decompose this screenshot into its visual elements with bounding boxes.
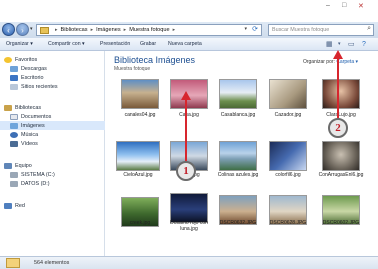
arrange-by[interactable]: Organizar por: Carpeta ▾: [303, 59, 358, 65]
images-icon: [10, 122, 18, 129]
forward-button[interactable]: ›: [16, 23, 29, 36]
file-name[interactable]: canales04.jpg: [115, 112, 165, 118]
refresh-icon[interactable]: ⟳: [252, 25, 258, 33]
file-name[interactable]: Casa.jpg: [164, 112, 214, 118]
file-thumbnail[interactable]: [121, 79, 159, 109]
file-name[interactable]: Dosamo rojo con luna.jpg: [164, 220, 214, 232]
file-thumbnail[interactable]: [269, 141, 307, 171]
library-title: Biblioteca Imágenes: [114, 55, 196, 65]
file-thumbnail[interactable]: [219, 79, 257, 109]
library-icon: [6, 258, 20, 268]
breadcrumb-muestra[interactable]: Muestra fotoque: [129, 27, 169, 33]
slideshow-button[interactable]: Presentación: [100, 41, 130, 47]
address-bar-row: ‹ › ▾ ▸ Bibliotecas ▸ Imágenes ▸ Muestra…: [0, 22, 378, 38]
drive-icon: [10, 171, 18, 178]
maximize-icon[interactable]: □: [342, 2, 346, 12]
library-subtitle: Muestra fotoque: [114, 66, 151, 72]
arrange-by-dropdown[interactable]: Carpeta ▾: [336, 59, 358, 65]
nav-libraries[interactable]: Bibliotecas: [4, 103, 109, 112]
network-icon: [4, 202, 12, 209]
search-icon: ⌕: [367, 25, 371, 32]
recent-places-icon: [10, 83, 18, 90]
star-icon: [4, 56, 12, 63]
computer-icon: [4, 162, 12, 169]
organize-button[interactable]: Organizar ▾: [6, 41, 33, 47]
file-thumbnail[interactable]: [322, 79, 360, 109]
file-name[interactable]: CieloAzul.jpg: [113, 172, 163, 178]
file-name[interactable]: Casablanca.jpg: [213, 112, 263, 118]
close-icon[interactable]: ✕: [358, 2, 364, 12]
file-name[interactable]: colorfil6.jpg: [263, 172, 313, 178]
item-count: 564 elementos: [34, 260, 70, 266]
nav-music[interactable]: Música: [10, 130, 115, 139]
new-folder-button[interactable]: Nueva carpeta: [168, 41, 202, 47]
file-name[interactable]: DSCR0628.JPG: [263, 220, 313, 226]
address-bar[interactable]: ▸ Bibliotecas ▸ Imágenes ▸ Muestra fotoq…: [36, 24, 262, 36]
desktop-icon: [10, 74, 18, 81]
file-name[interactable]: ClaraLujo.jpg: [316, 112, 366, 118]
file-thumbnail[interactable]: [269, 79, 307, 109]
drive-icon: [10, 180, 18, 187]
file-thumbnail[interactable]: [116, 141, 160, 171]
music-icon: [10, 131, 18, 138]
breadcrumb-bibliotecas[interactable]: Bibliotecas: [61, 27, 88, 33]
file-name[interactable]: ConArrugasEnl6.jpg: [316, 172, 366, 178]
views-icon[interactable]: ▦: [326, 40, 333, 49]
minimize-icon[interactable]: –: [326, 2, 330, 12]
nav-desktop[interactable]: Escritorio: [10, 73, 115, 82]
callout-badge-2: 2: [328, 118, 348, 138]
share-button[interactable]: Compartir con ▾: [48, 41, 85, 47]
file-name[interactable]: Colinas azules.jpg: [213, 172, 263, 178]
nav-recent[interactable]: Sitios recientes: [10, 82, 115, 91]
callout-badge-1: 1: [176, 161, 196, 181]
burn-button[interactable]: Grabar: [140, 41, 156, 47]
nav-images[interactable]: Imágenes: [0, 121, 105, 130]
help-icon[interactable]: ?: [362, 40, 366, 49]
nav-network[interactable]: Red: [4, 201, 109, 210]
file-name[interactable]: creek.jpg: [115, 220, 165, 226]
libraries-icon: [4, 104, 12, 111]
navigation-pane: Favoritos Descargas Escritorio Sitios re…: [0, 51, 105, 256]
nav-favorites[interactable]: Favoritos: [4, 55, 109, 64]
file-name[interactable]: DSCR0602.JPG: [316, 220, 366, 226]
title-bar: – □ ✕: [0, 0, 378, 22]
file-thumbnail[interactable]: [170, 193, 208, 223]
file-thumbnail[interactable]: [322, 141, 360, 171]
callout-arrow-line: [337, 58, 339, 120]
status-bar: 564 elementos: [0, 256, 378, 269]
command-bar: Organizar ▾ Compartir con ▾ Presentación…: [0, 38, 378, 51]
history-dropdown-icon[interactable]: ▾: [30, 26, 33, 32]
downloads-icon: [10, 65, 18, 72]
explorer-window: – □ ✕ ‹ › ▾ ▸ Bibliotecas ▸ Imágenes ▸ M…: [0, 0, 378, 269]
nav-computer[interactable]: Equipo: [4, 161, 109, 170]
library-folder-icon: [40, 26, 49, 34]
preview-pane-icon[interactable]: ▭: [348, 40, 355, 49]
views-dropdown-icon[interactable]: ▾: [338, 40, 341, 49]
documents-icon: [10, 113, 18, 120]
search-input[interactable]: Buscar Muestra fotoque ⌕: [268, 24, 374, 36]
back-button[interactable]: ‹: [2, 23, 15, 36]
nav-drive-c[interactable]: SISTEMA (C:): [10, 170, 115, 179]
videos-icon: [10, 140, 18, 147]
file-thumbnail[interactable]: [219, 141, 257, 171]
file-name[interactable]: DSCR0632.JPG: [213, 220, 263, 226]
nav-drive-d[interactable]: DATOS (D:): [10, 179, 115, 188]
nav-downloads[interactable]: Descargas: [10, 64, 115, 73]
nav-documents[interactable]: Documentos: [10, 112, 115, 121]
file-name[interactable]: Cazador.jpg: [263, 112, 313, 118]
address-dropdown-icon[interactable]: ▾: [244, 26, 247, 32]
breadcrumb-imagenes[interactable]: Imágenes: [96, 27, 121, 33]
nav-videos[interactable]: Vídeos: [10, 139, 115, 148]
search-placeholder: Buscar Muestra fotoque: [272, 27, 330, 33]
